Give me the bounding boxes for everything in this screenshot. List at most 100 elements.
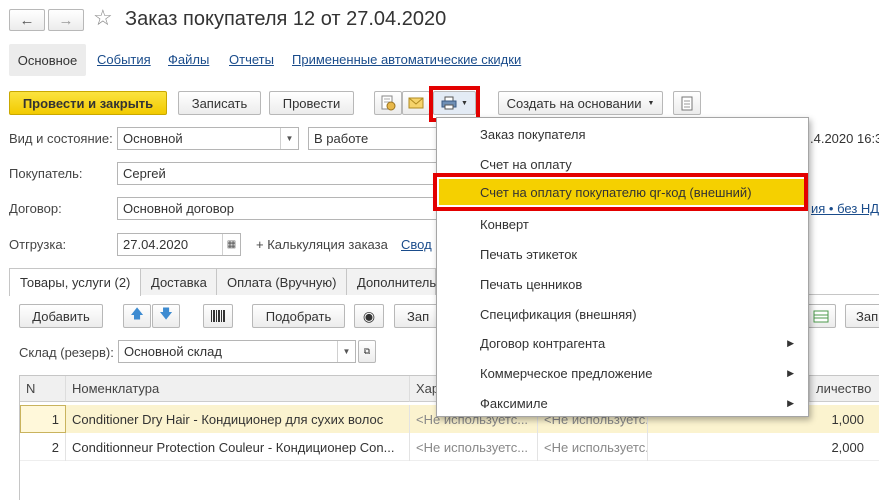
calendar-icon[interactable]: ▦ (222, 234, 240, 255)
kind-value: Основной (123, 131, 183, 146)
tab-delivery-label: Доставка (151, 274, 207, 290)
section-events-link[interactable]: События (97, 52, 151, 67)
dropdown-arrow-icon[interactable]: ▼ (280, 128, 298, 149)
row-number: 1 (20, 405, 66, 433)
tab-payment-label: Оплата (Вручную) (227, 274, 337, 290)
create-based-on-label: Создать на основании (506, 95, 642, 111)
warehouse-label: Склад (резерв): (19, 345, 114, 360)
write-button-partial-2[interactable]: Зап (845, 304, 879, 328)
menu-item-customer-order[interactable]: Заказ покупателя (437, 120, 808, 148)
document-clock-icon (381, 95, 396, 111)
tab-payment[interactable]: Оплата (Вручную) (216, 268, 348, 295)
post-and-close-button[interactable]: Провести и закрыть (9, 91, 167, 115)
state-value: В работе (314, 131, 369, 146)
post-and-close-label: Провести и закрыть (22, 95, 154, 111)
section-main-tab[interactable]: Основное (9, 44, 86, 76)
col-header-nomenclature[interactable]: Номенклатура (66, 376, 410, 402)
envelope-icon (408, 97, 424, 109)
customer-field[interactable]: Сергей (117, 162, 437, 185)
tab-additional[interactable]: Дополнительн (346, 268, 443, 295)
col-header-n[interactable]: N (20, 376, 66, 402)
col-header-qty[interactable]: личество (810, 376, 879, 402)
back-button[interactable]: ← (9, 9, 45, 31)
tab-goods[interactable]: Товары, услуги (2) (9, 268, 142, 296)
save-button[interactable]: Записать (178, 91, 261, 115)
contract-field[interactable]: Основной договор (117, 197, 437, 220)
pick-button[interactable]: Подобрать (252, 304, 345, 328)
customer-value: Сергей (123, 166, 166, 181)
row-qty: 1,000 (831, 411, 864, 427)
add-label: Добавить (32, 308, 90, 324)
move-up-button[interactable]: 🡅 (123, 304, 151, 328)
write-button-partial[interactable]: Зап (394, 304, 438, 328)
customer-label: Покупатель: (9, 166, 83, 181)
favorite-star-icon[interactable]: ☆ (93, 5, 113, 31)
row-characteristic: <Не используетс... (410, 433, 538, 461)
create-based-on-button[interactable]: Создать на основании ▼ (498, 91, 663, 115)
menu-item-highlight-frame (433, 173, 808, 211)
menu-item-contract[interactable]: Договор контрагента ▶ (437, 329, 808, 357)
col-n-label: N (26, 381, 36, 396)
submenu-arrow-icon: ▶ (787, 367, 794, 378)
save-label: Записать (191, 95, 248, 111)
table-settings-button[interactable] (806, 304, 836, 328)
row-number: 2 (20, 433, 66, 461)
arrow-left-icon: ← (19, 11, 35, 29)
section-main-label: Основное (17, 52, 78, 68)
dropdown-arrow-icon[interactable]: ▼ (337, 341, 355, 362)
col-nomenclature-label: Номенклатура (72, 381, 160, 396)
related-docs-button[interactable] (374, 91, 402, 115)
arrow-down-icon: 🡇 (159, 306, 173, 321)
shipment-date-field[interactable]: 27.04.2020 ▦ (117, 233, 241, 256)
warehouse-select[interactable]: Основной склад ▼ (118, 340, 356, 363)
chevron-down-icon: ▼ (647, 99, 655, 107)
kind-state-label: Вид и состояние: (9, 131, 113, 146)
open-icon: ⧉ (363, 346, 371, 356)
forward-button[interactable]: → (48, 9, 84, 31)
menu-item-envelope[interactable]: Конверт (437, 210, 808, 238)
shipment-label: Отгрузка: (9, 237, 67, 252)
menu-item-specification[interactable]: Спецификация (внешняя) (437, 300, 808, 328)
arrow-right-icon: → (58, 11, 74, 29)
date-value: .4.2020 16:34 (810, 131, 879, 146)
section-discounts-link[interactable]: Примененные автоматические скидки (292, 52, 521, 67)
tab-goods-label: Товары, услуги (2) (20, 275, 131, 290)
col-qty-label: личество (816, 381, 872, 396)
vat-link[interactable]: ия • без НД (811, 201, 879, 216)
row-nomenclature: Conditionneur Protection Couleur - Конди… (66, 433, 410, 461)
email-button[interactable] (402, 91, 430, 115)
add-button[interactable]: Добавить (19, 304, 103, 328)
document-icon (681, 96, 693, 110)
menu-item-price-tags[interactable]: Печать ценников (437, 270, 808, 298)
report-button[interactable] (673, 91, 701, 115)
menu-item-commercial-offer[interactable]: Коммерческое предложение ▶ (437, 359, 808, 387)
open-warehouse-button[interactable]: ⧉ (358, 340, 376, 363)
contract-label: Договор: (9, 201, 62, 216)
arrow-up-icon: 🡅 (130, 306, 144, 321)
tab-delivery[interactable]: Доставка (140, 268, 218, 295)
row-qty: 2,000 (831, 439, 864, 455)
eye-icon: ◉ (362, 307, 376, 324)
section-reports-link[interactable]: Отчеты (229, 52, 274, 67)
write-label-partial-2: Зап (856, 308, 879, 324)
submenu-arrow-icon: ▶ (787, 337, 794, 348)
write-label-partial: Зап (407, 308, 430, 324)
state-select[interactable]: В работе (308, 127, 438, 150)
post-button[interactable]: Провести (269, 91, 354, 115)
kind-select[interactable]: Основной ▼ (117, 127, 299, 150)
calc-label[interactable]: + Калькуляция заказа (256, 237, 388, 252)
shipment-date-value: 27.04.2020 (123, 237, 189, 252)
tab-additional-label: Дополнительн (357, 274, 444, 290)
page-title: Заказ покупателя 12 от 27.04.2020 (125, 8, 447, 30)
submenu-arrow-icon: ▶ (787, 397, 794, 408)
table-icon (813, 310, 829, 322)
section-files-link[interactable]: Файлы (168, 52, 209, 67)
menu-item-facsimile[interactable]: Факсимиле ▶ (437, 389, 808, 417)
summary-link[interactable]: Свод (401, 237, 432, 252)
row-characteristic-2: <Не используетс... (538, 433, 648, 461)
move-down-button[interactable]: 🡇 (152, 304, 180, 328)
print-menu: Заказ покупателя Счет на оплату Счет на … (436, 117, 809, 417)
view-button[interactable]: ◉ (354, 304, 384, 328)
menu-item-labels[interactable]: Печать этикеток (437, 240, 808, 268)
barcode-button[interactable] (203, 304, 233, 328)
